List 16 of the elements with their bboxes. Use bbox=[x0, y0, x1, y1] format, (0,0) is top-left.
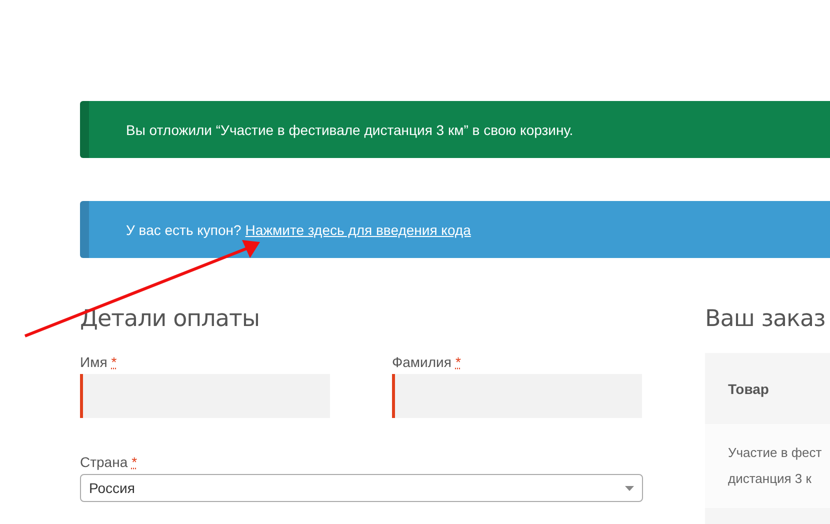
notice-text: У вас есть купон? bbox=[126, 222, 242, 238]
billing-heading: Детали оплаты bbox=[80, 306, 261, 332]
text-field[interactable] bbox=[80, 374, 330, 418]
caret-icon bbox=[625, 486, 634, 490]
required-mark: * bbox=[132, 454, 138, 470]
required-mark: * bbox=[111, 354, 117, 370]
table-cell: Участие в фест дистанция 3 к bbox=[705, 424, 830, 508]
required-mark: * bbox=[455, 354, 461, 370]
field-label: Фамилия bbox=[392, 354, 452, 370]
notice-text: Вы отложили “Участие в фестивале дистанция 3 км” в свою корзину. bbox=[126, 122, 574, 138]
order-heading: Ваш заказ bbox=[705, 306, 826, 332]
text-field[interactable] bbox=[392, 374, 642, 418]
country-select[interactable]: Россия bbox=[80, 474, 643, 502]
field-label: Страна bbox=[80, 454, 128, 470]
field-label: Имя bbox=[80, 354, 108, 370]
column-header: Товар bbox=[705, 353, 830, 424]
